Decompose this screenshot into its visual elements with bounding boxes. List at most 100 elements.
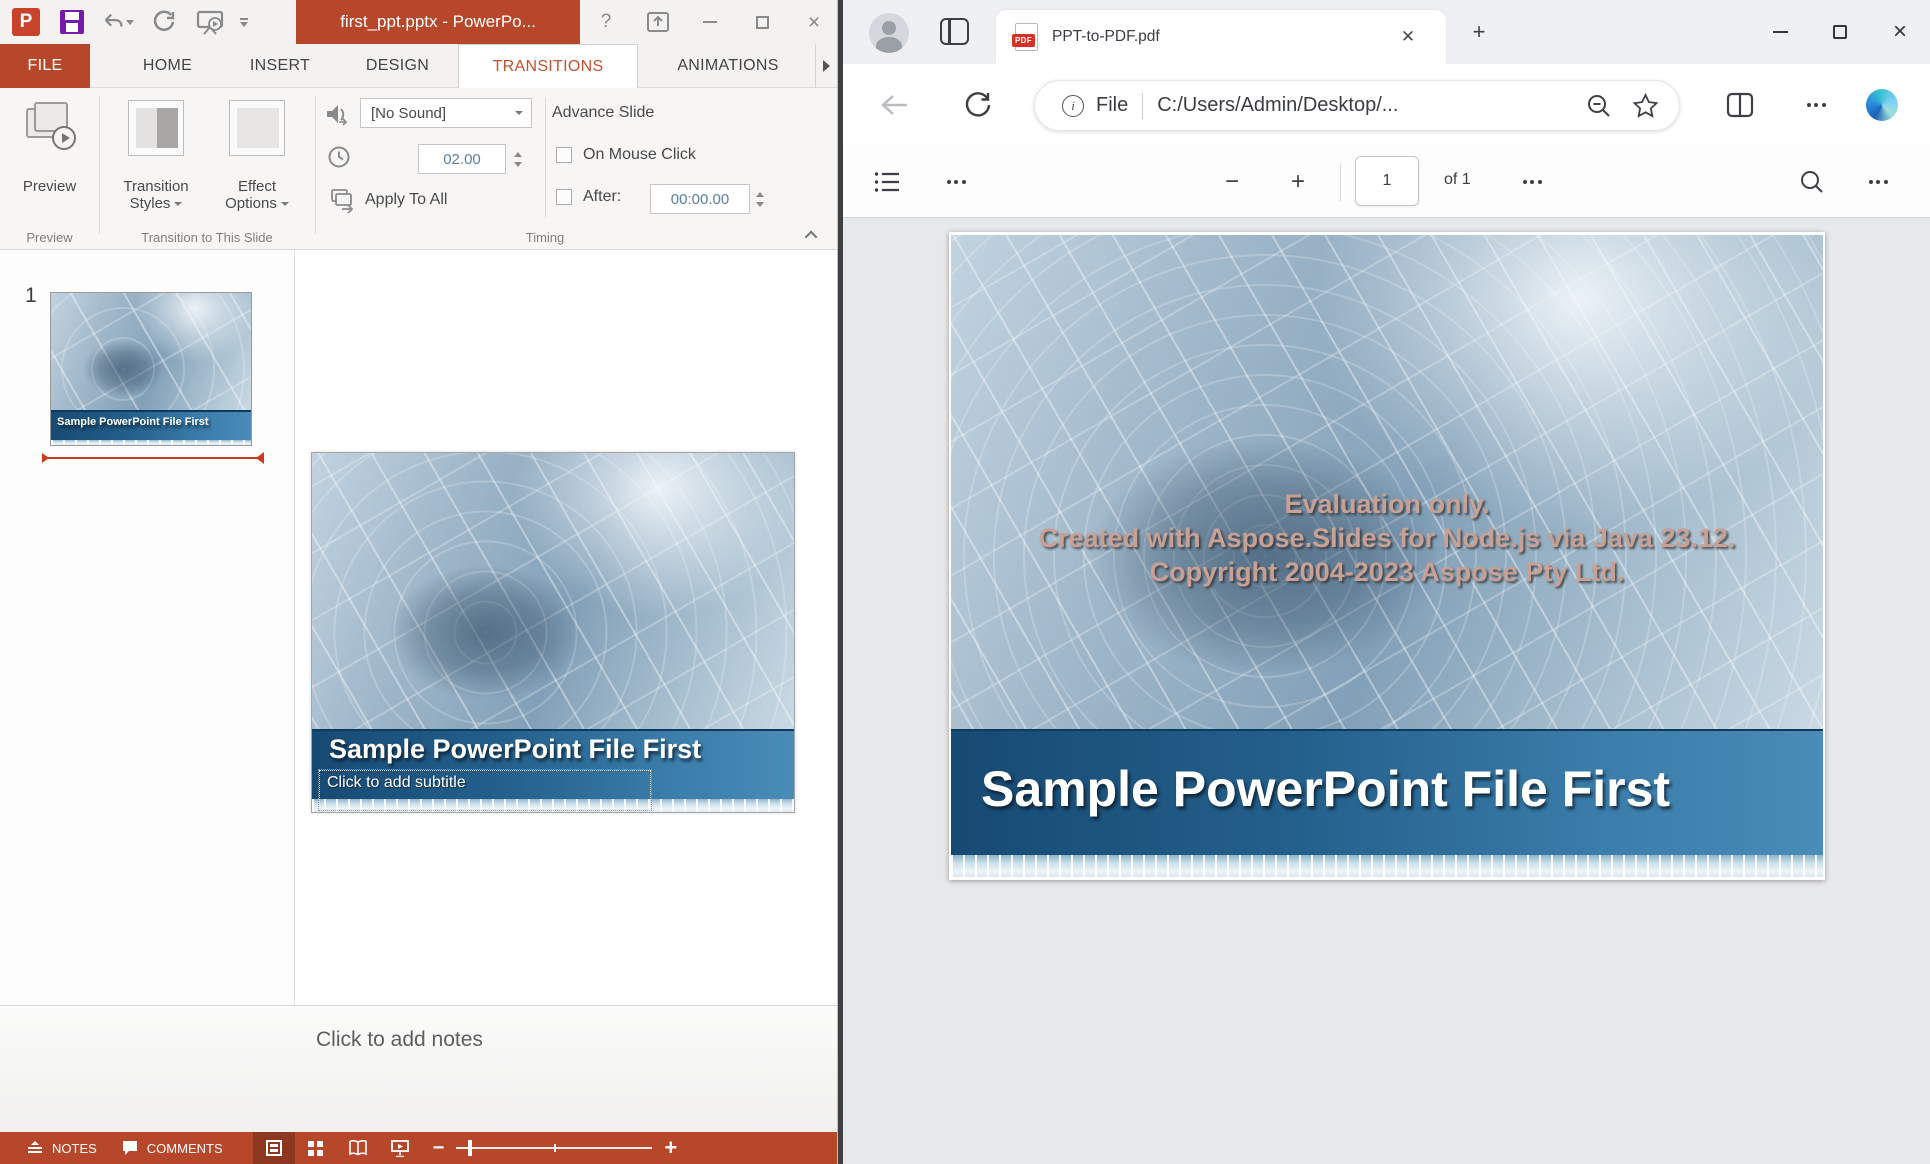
on-mouse-click-row[interactable]: On Mouse Click bbox=[556, 146, 696, 164]
new-tab-button[interactable]: + bbox=[1465, 18, 1493, 46]
watermark-text: Evaluation only. Created with Aspose.Sli… bbox=[951, 487, 1823, 589]
workspaces-icon[interactable] bbox=[940, 18, 969, 45]
slide-canvas[interactable]: Sample PowerPoint File First Click to ad… bbox=[311, 452, 795, 813]
tab-scroll-right-icon[interactable] bbox=[815, 44, 837, 88]
reading-view-button[interactable] bbox=[337, 1132, 379, 1164]
after-time-spinner[interactable] bbox=[752, 184, 768, 214]
settings-more-icon[interactable] bbox=[1799, 88, 1833, 122]
notes-icon bbox=[26, 1140, 44, 1156]
redo-icon[interactable] bbox=[148, 6, 180, 38]
slide-thumbnail[interactable]: Sample PowerPoint File First bbox=[50, 292, 252, 446]
transition-styles-button[interactable]: Transition Styles bbox=[104, 178, 208, 212]
tab-insert[interactable]: INSERT bbox=[225, 44, 335, 88]
back-button[interactable] bbox=[877, 88, 911, 122]
copilot-icon[interactable] bbox=[1865, 88, 1899, 122]
save-icon[interactable] bbox=[56, 6, 88, 38]
after-checkbox[interactable] bbox=[556, 189, 572, 205]
tab-design[interactable]: DESIGN bbox=[340, 44, 455, 88]
edge-close-button[interactable]: × bbox=[1870, 7, 1930, 57]
help-button[interactable]: ? bbox=[591, 7, 621, 37]
edge-minimize-button[interactable] bbox=[1750, 7, 1810, 57]
effect-options-line1: Effect bbox=[238, 178, 276, 195]
tab-close-icon[interactable]: ✕ bbox=[1395, 24, 1421, 50]
ppt-workspace: 1 Sample PowerPoint File First Sample Po… bbox=[0, 250, 837, 1005]
tab-title: PPT-to-PDF.pdf bbox=[1052, 28, 1160, 46]
pdf-search-icon[interactable] bbox=[1795, 165, 1829, 199]
profile-avatar[interactable] bbox=[869, 13, 909, 53]
transition-styles-icon[interactable] bbox=[128, 100, 184, 156]
preview-icon[interactable] bbox=[26, 102, 76, 152]
tab-file[interactable]: FILE bbox=[0, 44, 90, 88]
page-number-input[interactable] bbox=[1356, 157, 1418, 205]
powerpoint-logo-icon[interactable]: P bbox=[10, 6, 42, 38]
pdf-more-left-icon[interactable] bbox=[939, 165, 973, 199]
normal-view-button[interactable] bbox=[253, 1132, 295, 1164]
undo-icon[interactable] bbox=[102, 6, 134, 38]
notes-placeholder[interactable]: Click to add notes bbox=[316, 1028, 483, 1052]
slide-sorter-view-button[interactable] bbox=[295, 1132, 337, 1164]
slideshow-view-button[interactable] bbox=[379, 1132, 421, 1164]
ribbon: Preview Preview Transition Styles Effect… bbox=[0, 88, 837, 250]
undo-dropdown-caret[interactable] bbox=[126, 20, 134, 25]
favorites-star-icon[interactable] bbox=[1632, 93, 1659, 119]
edge-tab-strip: PPT-to-PDF.pdf ✕ + × bbox=[843, 0, 1930, 64]
table-of-contents-icon[interactable] bbox=[870, 165, 904, 199]
page-number-box[interactable] bbox=[1355, 156, 1419, 206]
zoom-page-icon[interactable] bbox=[1586, 93, 1612, 119]
pdf-slide-strip bbox=[951, 855, 1823, 877]
pdf-more-center-icon[interactable] bbox=[1515, 165, 1549, 199]
tab-home[interactable]: HOME bbox=[115, 44, 220, 88]
comments-toggle-label: COMMENTS bbox=[147, 1141, 223, 1156]
refresh-button[interactable] bbox=[961, 88, 995, 122]
preview-button[interactable]: Preview bbox=[0, 178, 99, 195]
subtitle-placeholder[interactable]: Click to add subtitle bbox=[319, 770, 651, 810]
address-separator bbox=[1142, 93, 1143, 119]
zoom-in-button[interactable]: + bbox=[652, 1132, 689, 1164]
sound-dropdown[interactable]: [No Sound] bbox=[360, 98, 532, 128]
zoom-slider-handle[interactable] bbox=[468, 1140, 472, 1156]
notes-pane[interactable]: Click to add notes bbox=[0, 1005, 837, 1132]
start-slideshow-icon[interactable] bbox=[194, 6, 226, 38]
on-mouse-click-checkbox[interactable] bbox=[556, 147, 572, 163]
after-value: 00:00.00 bbox=[671, 191, 729, 208]
pdf-viewport[interactable]: Evaluation only. Created with Aspose.Sli… bbox=[843, 218, 1930, 1164]
address-text[interactable]: C:/Users/Admin/Desktop/... bbox=[1157, 94, 1398, 117]
quick-access-toolbar: P bbox=[10, 0, 248, 44]
group-label-preview: Preview bbox=[0, 230, 99, 245]
address-bar[interactable]: i File C:/Users/Admin/Desktop/... bbox=[1034, 80, 1680, 131]
apply-to-all-button[interactable]: Apply To All bbox=[365, 191, 447, 209]
ribbon-divider bbox=[99, 96, 100, 234]
effect-options-button[interactable]: Effect Options bbox=[207, 178, 307, 212]
edge-maximize-button[interactable] bbox=[1810, 7, 1870, 57]
zoom-slider[interactable] bbox=[456, 1147, 652, 1149]
pdf-zoom-out-icon[interactable]: − bbox=[1215, 165, 1249, 199]
minimize-button[interactable] bbox=[695, 7, 725, 37]
comments-toggle-button[interactable]: COMMENTS bbox=[109, 1132, 235, 1164]
watermark-line-1: Evaluation only. bbox=[951, 487, 1823, 521]
pdf-file-icon bbox=[1015, 23, 1038, 51]
tab-transitions[interactable]: TRANSITIONS bbox=[458, 44, 638, 88]
site-info-icon[interactable]: i bbox=[1062, 95, 1084, 117]
zoom-out-button[interactable]: − bbox=[421, 1132, 457, 1164]
browser-tab[interactable]: PPT-to-PDF.pdf ✕ bbox=[996, 10, 1446, 64]
pdf-slide-art: Evaluation only. Created with Aspose.Sli… bbox=[951, 235, 1823, 877]
ppt-status-bar: NOTES COMMENTS − + bbox=[0, 1132, 837, 1164]
duration-spinner[interactable] bbox=[510, 144, 526, 174]
close-button[interactable]: × bbox=[799, 7, 829, 37]
powerpoint-window: P first_ppt.pptx - PowerPo... ? × bbox=[0, 0, 838, 1164]
notes-toggle-button[interactable]: NOTES bbox=[14, 1132, 109, 1164]
thumbnail-title-band: Sample PowerPoint File First bbox=[51, 410, 251, 440]
pdf-zoom-in-icon[interactable]: + bbox=[1281, 165, 1315, 199]
split-screen-icon[interactable] bbox=[1723, 88, 1757, 122]
after-row[interactable]: After: bbox=[556, 188, 621, 206]
ribbon-display-options-icon[interactable] bbox=[643, 7, 673, 37]
qat-customize-caret[interactable] bbox=[240, 18, 248, 27]
pdf-more-right-icon[interactable] bbox=[1861, 165, 1895, 199]
maximize-button[interactable] bbox=[747, 7, 777, 37]
duration-input[interactable]: 02.00 bbox=[418, 144, 506, 174]
effect-options-icon[interactable] bbox=[229, 100, 285, 156]
after-time-input[interactable]: 00:00.00 bbox=[650, 184, 750, 214]
slide-title-text[interactable]: Sample PowerPoint File First bbox=[329, 734, 701, 765]
collapse-ribbon-icon[interactable] bbox=[801, 227, 823, 243]
tab-animations[interactable]: ANIMATIONS bbox=[648, 44, 808, 88]
